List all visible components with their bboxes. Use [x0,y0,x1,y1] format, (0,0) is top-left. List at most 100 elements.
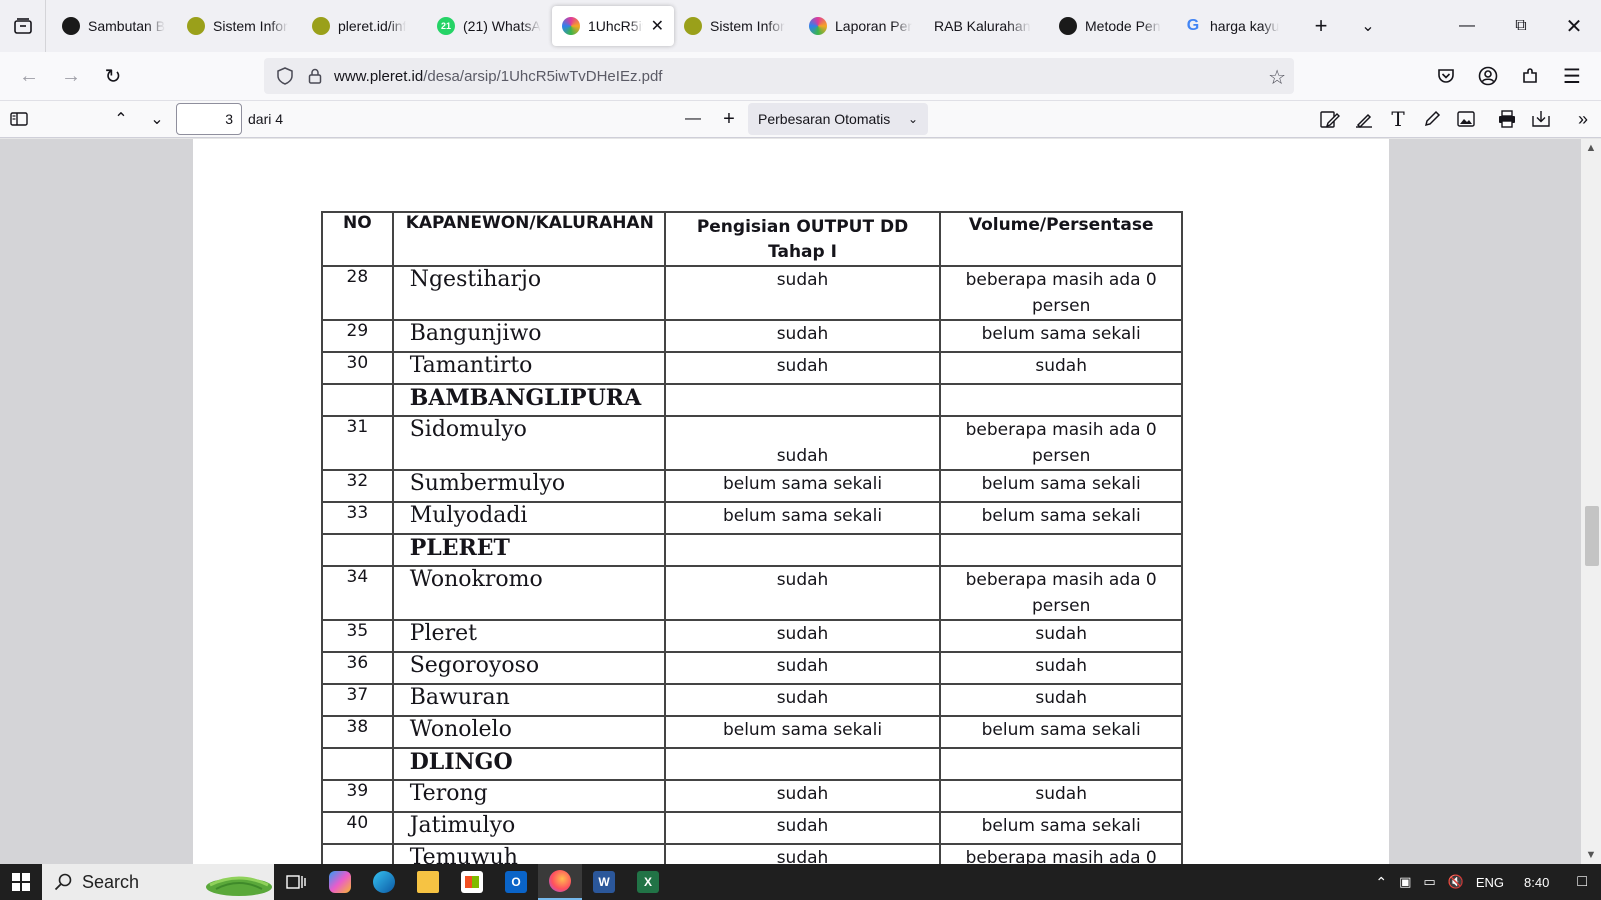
browser-tab[interactable]: Sistem Infor [177,6,302,46]
outlook-button[interactable]: O [494,864,538,900]
new-tab-button[interactable]: + [1298,0,1344,52]
browser-tab[interactable]: Gharga kayu [1174,6,1299,46]
zoom-in-button[interactable]: + [712,104,746,134]
url-host: www.pleret.id [334,67,424,85]
browser-tab[interactable]: RAB Kalurahan [924,6,1049,46]
lock-icon[interactable] [304,65,326,87]
tab-list-button[interactable] [0,0,46,52]
store-button[interactable] [450,864,494,900]
browser-tab[interactable]: Laporan Per [799,6,924,46]
browser-tab[interactable]: 21 (21) WhatsA [427,6,552,46]
row-name: Jatimulyo [391,811,666,845]
row-name: Terong [391,779,666,813]
excel-button[interactable]: X [626,864,670,900]
edit-sign-button[interactable] [1313,104,1347,134]
back-button[interactable]: ← [8,58,50,94]
pdf-page: NO KAPANEWON/KALURAHAN Pengisian OUTPUT … [193,139,1389,864]
tab-label: Sistem Infor [710,18,785,34]
word-button[interactable]: W [582,864,626,900]
close-tab-icon[interactable]: ✕ [651,16,664,36]
save-button[interactable] [1524,104,1558,134]
row-number: 30 [321,351,394,385]
close-window-button[interactable]: ✕ [1547,0,1601,52]
highlight-button[interactable] [1347,104,1381,134]
browser-tab[interactable]: pleret.id/inf [302,6,427,46]
network-icon[interactable]: ▭ [1417,874,1441,890]
edge-button[interactable] [362,864,406,900]
restore-button[interactable]: ⧉ [1494,0,1548,52]
print-button[interactable] [1490,104,1524,134]
table-row: 40 Jatimulyo sudah belum sama sekali [321,811,1183,845]
scroll-down-arrow[interactable]: ▼ [1581,846,1601,864]
word-icon: W [593,871,615,893]
show-hidden-icons-button[interactable]: ⌃ [1369,874,1393,891]
tools-menu-button[interactable]: » [1566,104,1600,134]
page-number-input[interactable]: 3 [176,103,242,135]
add-text-button[interactable]: T [1381,104,1415,134]
file-explorer-button[interactable] [406,864,450,900]
task-view-button[interactable] [274,864,318,900]
start-button[interactable] [0,864,42,900]
image-icon [1457,111,1475,127]
scroll-up-arrow[interactable]: ▲ [1581,139,1601,157]
row-name: Ngestiharjo [391,265,666,321]
row-output [663,383,942,417]
row-output: belum sama sekali [663,501,942,535]
vertical-scrollbar[interactable]: ▲ ▼ [1581,139,1601,864]
app-menu-button[interactable]: ☰ [1551,58,1593,94]
printer-icon [1499,110,1515,128]
task-view-icon [286,875,306,889]
scroll-thumb[interactable] [1585,506,1599,566]
browser-tab[interactable]: Sambutan B [52,6,177,46]
draw-button[interactable] [1415,104,1449,134]
row-volume: beberapa masih ada 0 [939,843,1183,864]
reload-button[interactable]: ↻ [92,58,134,94]
url-bar[interactable]: www.pleret.id/desa/arsip/1UhcR5iwTvDHeIE… [264,58,1294,94]
table-row: 31 Sidomulyo sudah beberapa masih ada 0 per… [321,415,1183,471]
notifications-icon[interactable]: □ [1563,873,1601,891]
row-volume: beberapa masih ada 0 persen [939,415,1183,471]
add-image-button[interactable] [1449,104,1483,134]
previous-page-button[interactable]: ⌃ [104,104,138,134]
url-path: /desa/arsip/1UhcR5iwTvDHeIEz.pdf [423,67,663,85]
copilot-button[interactable] [318,864,362,900]
page-count-label: dari 4 [248,111,284,127]
whatsapp-icon: 21 [437,17,455,35]
volume-muted-icon[interactable]: 🔇 [1442,874,1470,890]
sidebar-toggle-button[interactable] [2,104,36,134]
zoom-select[interactable]: Perbesaran Otomatis ⌄ [748,103,928,135]
browser-tab[interactable]: Metode Pen [1049,6,1174,46]
list-all-tabs-button[interactable]: ⌄ [1345,0,1391,52]
row-volume [939,747,1183,781]
header-no: NO [321,211,394,267]
next-page-button[interactable]: ⌄ [140,104,174,134]
browser-tab[interactable]: Sistem Infor [674,6,799,46]
meet-now-icon[interactable]: ▣ [1393,874,1417,890]
row-output [663,533,942,567]
search-label: Search [82,871,140,892]
row-output: sudah [663,351,942,385]
clock[interactable]: 8:40 [1510,875,1563,890]
row-volume: beberapa masih ada 0 persen [939,265,1183,321]
shield-icon[interactable] [274,65,296,87]
account-icon [1478,66,1498,86]
firefox-button[interactable] [538,864,582,900]
pdf-viewer[interactable]: NO KAPANEWON/KALURAHAN Pengisian OUTPUT … [0,139,1601,864]
taskbar: Search O W X ⌃ ▣ ▭ 🔇 ENG 8:40 □ [0,864,1601,900]
forward-button[interactable]: → [50,58,92,94]
rice-field-icon [206,876,272,896]
navigation-bar: ← → ↻ www.pleret.id/desa/arsip/1UhcR5iwT… [0,52,1601,100]
browser-tab[interactable]: 1UhcR5iv ✕ [552,6,674,46]
zoom-out-button[interactable]: — [676,104,710,134]
folder-icon [417,871,439,893]
account-button[interactable] [1467,58,1509,94]
extensions-button[interactable] [1509,58,1551,94]
header-volume: Volume/Persentase [939,211,1183,267]
taskbar-search-box[interactable]: Search [42,864,274,900]
store-icon [461,871,483,893]
pocket-button[interactable] [1425,58,1467,94]
language-indicator[interactable]: ENG [1470,875,1510,890]
minimize-button[interactable]: — [1440,0,1494,52]
bookmark-star-icon[interactable]: ☆ [1268,65,1286,90]
system-tray: ⌃ ▣ ▭ 🔇 ENG 8:40 □ [1369,864,1601,900]
